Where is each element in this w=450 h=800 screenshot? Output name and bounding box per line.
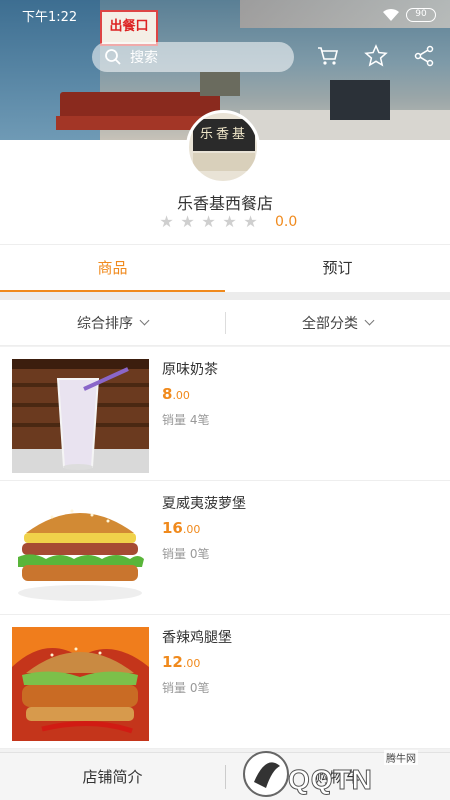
item-price: 16.00 <box>162 519 200 537</box>
search-placeholder: 搜索 <box>130 50 158 66</box>
chevron-down-icon <box>364 315 375 326</box>
item-name: 原味奶茶 <box>162 362 218 378</box>
rating-star-icon: ★ <box>159 212 174 231</box>
shop-name: 乐香基西餐店 <box>176 194 273 213</box>
watermark-site: 腾牛网 <box>384 750 418 765</box>
item-sales: 销量 4笔 <box>162 413 210 427</box>
sort-dropdown[interactable]: 综合排序 <box>0 313 225 333</box>
wifi-icon <box>382 8 400 22</box>
tab-products[interactable]: 商品 <box>0 245 225 292</box>
item-name: 夏威夷菠萝堡 <box>162 496 246 512</box>
pineapple-burger-image <box>12 493 149 607</box>
cart-icon[interactable] <box>316 44 340 68</box>
item-price: 8.00 <box>162 385 190 403</box>
price-dec: .00 <box>182 657 201 670</box>
favorite-star-icon[interactable] <box>364 44 388 68</box>
spicy-chicken-burger-image <box>12 627 149 741</box>
shop-avatar: 乐香基 <box>186 110 260 184</box>
sort-label: 综合排序 <box>77 315 133 332</box>
category-dropdown[interactable]: 全部分类 <box>225 313 450 333</box>
status-time: 下午1:22 <box>22 9 78 25</box>
toolbar: 搜索 <box>0 38 450 74</box>
battery-icon: 90 <box>406 8 436 22</box>
filter-bar: 综合排序 全部分类 <box>0 300 450 346</box>
rating-star-icon: ★ <box>222 212 237 231</box>
tab-booking[interactable]: 预订 <box>225 245 450 292</box>
shop-logo-strip <box>193 153 255 171</box>
rating-star-icon: ★ <box>243 212 258 231</box>
item-sales: 销量 0笔 <box>162 681 210 695</box>
tab-bar: 商品 预订 <box>0 244 450 292</box>
price-dec: .00 <box>172 389 190 402</box>
product-list: 原味奶茶 8.00 销量 4笔 夏威夷菠萝堡 16.00 销量 0笔 香辣鸡腿堡… <box>0 347 450 749</box>
bottom-divider <box>225 765 226 789</box>
share-icon[interactable] <box>412 44 436 68</box>
section-gap <box>0 292 450 300</box>
shop-logo-text: 乐香基 <box>193 119 255 151</box>
price-int: 16 <box>162 519 183 537</box>
rating-score: 0.0 <box>275 213 298 230</box>
category-label: 全部分类 <box>302 315 358 332</box>
rating-star-icon: ★ <box>201 212 216 231</box>
watermark: QQTN 腾牛网 <box>236 748 446 800</box>
watermark-logo-icon <box>243 751 289 797</box>
status-bar: 下午1:22 90 <box>0 0 450 30</box>
item-price: 12.00 <box>162 653 200 671</box>
rating-star-icon: ★ <box>180 212 195 231</box>
search-icon <box>105 49 121 65</box>
price-int: 12 <box>162 653 183 671</box>
price-dec: .00 <box>182 523 201 536</box>
list-item[interactable]: 香辣鸡腿堡 12.00 销量 0笔 <box>0 615 450 749</box>
list-item[interactable]: 原味奶茶 8.00 销量 4笔 <box>0 347 450 481</box>
banner-machine <box>330 80 390 120</box>
watermark-text: QQTN <box>288 764 373 796</box>
chevron-down-icon <box>139 315 150 326</box>
shop-intro-button[interactable]: 店铺简介 <box>0 766 225 787</box>
search-input[interactable]: 搜索 <box>92 42 294 72</box>
shop-rating: ★ ★ ★ ★ ★ 0.0 <box>158 212 297 231</box>
banner-box <box>200 72 240 96</box>
price-int: 8 <box>162 385 173 403</box>
item-name: 香辣鸡腿堡 <box>162 630 232 646</box>
milk-tea-image <box>12 359 149 473</box>
filter-divider <box>225 312 226 334</box>
status-icons: 90 <box>382 8 436 22</box>
list-item[interactable]: 夏威夷菠萝堡 16.00 销量 0笔 <box>0 481 450 615</box>
item-sales: 销量 0笔 <box>162 547 210 561</box>
